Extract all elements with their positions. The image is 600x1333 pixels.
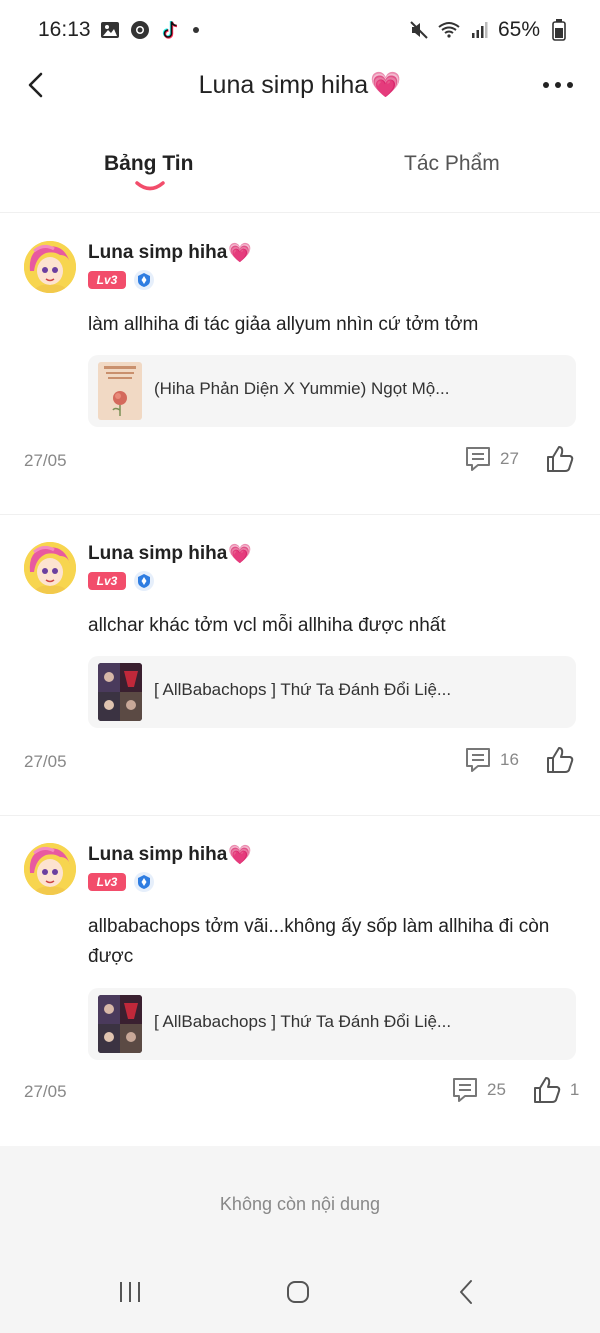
book-title: [ AllBabachops ] Thứ Ta Đánh Đổi Liệ... [154, 1012, 452, 1031]
badges: Lv3 [88, 872, 154, 892]
post-actions: 27 [464, 444, 575, 474]
clock: 16:13 [38, 18, 91, 41]
end-message: Không còn nội dung [219, 1194, 381, 1214]
comment-count: 25 [487, 1080, 506, 1099]
post-text: allchar khác tởm vcl mỗi allhiha được nh… [88, 615, 446, 636]
book-cover [98, 663, 142, 721]
post: Luna simp hiha 💗 Lv3 allchar khác tởm vc… [0, 515, 600, 815]
signal-icon [468, 19, 490, 41]
home-icon [287, 1281, 309, 1303]
recent-apps-button[interactable] [110, 1272, 150, 1312]
tab-bar: Bảng Tin Tác Phẩm [0, 140, 600, 200]
comment-icon [453, 1078, 477, 1102]
status-left: 16:13 [38, 18, 199, 42]
battery-icon [548, 19, 570, 41]
comment-button[interactable]: 27 [464, 445, 519, 473]
like-button[interactable] [545, 745, 575, 775]
author-name-text: Luna simp hiha [88, 543, 228, 564]
badges: Lv3 [88, 571, 154, 591]
heart-emoji: 💗 [370, 70, 402, 99]
chevron-left-icon [28, 72, 43, 98]
notification-dot [192, 27, 199, 33]
tiktok-icon [159, 19, 181, 41]
post-text: allbabachops tởm vãi...không ấy sốp làm … [88, 916, 550, 967]
thumbs-up-icon [546, 747, 574, 773]
thumbs-up-icon [546, 446, 574, 472]
comment-icon [466, 447, 490, 471]
system-nav-bar [0, 1272, 600, 1322]
heart-emoji: 💗 [228, 243, 253, 264]
status-bar: 16:13 65% [0, 0, 600, 60]
author-name-text: Luna simp hiha [88, 242, 228, 263]
verified-icon [134, 872, 154, 892]
recent-apps-icon [120, 1282, 140, 1302]
end-of-content: Không còn nội dung [0, 1146, 600, 1333]
author-name-text: Luna simp hiha [88, 844, 228, 865]
post-date: 27/05 [24, 752, 67, 771]
post-actions: 16 [464, 745, 575, 775]
heart-emoji: 💗 [228, 845, 253, 866]
like-button[interactable] [545, 444, 575, 474]
tab-works[interactable]: Tác Phẩm [404, 152, 500, 176]
comment-count: 16 [500, 750, 519, 769]
verified-icon [134, 571, 154, 591]
thumbs-up-icon [533, 1077, 561, 1103]
book-card[interactable]: [ AllBabachops ] Thứ Ta Đánh Đổi Liệ... [88, 988, 576, 1060]
level-badge: Lv3 [88, 873, 126, 891]
more-icon [543, 82, 573, 88]
battery-level: 65% [497, 18, 540, 41]
author-name[interactable]: Luna simp hiha 💗 [88, 241, 252, 265]
post-date: 27/05 [24, 1082, 67, 1101]
comment-icon [466, 748, 490, 772]
back-icon [460, 1280, 472, 1304]
book-title: [ AllBabachops ] Thứ Ta Đánh Đổi Liệ... [154, 680, 452, 699]
mute-icon [408, 19, 430, 41]
post: Luna simp hiha 💗 Lv3 allbabachops tởm vã… [0, 816, 600, 1146]
avatar[interactable] [24, 542, 76, 594]
comment-count: 27 [500, 449, 519, 468]
gallery-icon [99, 19, 121, 41]
back-button[interactable] [18, 68, 52, 102]
like-count: 1 [569, 1080, 580, 1099]
tab-feed[interactable]: Bảng Tin [104, 152, 193, 176]
level-badge: Lv3 [88, 271, 126, 289]
badges: Lv3 [88, 270, 154, 290]
divider [0, 212, 600, 213]
post-date: 27/05 [24, 451, 67, 470]
page-title-text: Luna simp hiha [198, 70, 369, 99]
book-cover [98, 362, 142, 420]
book-card[interactable]: [ AllBabachops ] Thứ Ta Đánh Đổi Liệ... [88, 656, 576, 728]
status-right: 65% [408, 18, 570, 42]
avatar[interactable] [24, 843, 76, 895]
level-badge: Lv3 [88, 572, 126, 590]
app-header: Luna simp hiha 💗 [0, 60, 600, 110]
heart-emoji: 💗 [228, 544, 253, 565]
post-actions: 25 1 [451, 1075, 579, 1105]
book-card[interactable]: (Hiha Phản Diện X Yummie) Ngọt Mộ... [88, 355, 576, 427]
author-name[interactable]: Luna simp hiha 💗 [88, 843, 252, 867]
comment-button[interactable]: 25 [451, 1076, 506, 1104]
page-title: Luna simp hiha 💗 [199, 71, 402, 100]
author-name[interactable]: Luna simp hiha 💗 [88, 542, 252, 566]
comment-button[interactable]: 16 [464, 746, 519, 774]
like-button[interactable]: 1 [532, 1075, 579, 1105]
book-title: (Hiha Phản Diện X Yummie) Ngọt Mộ... [154, 379, 450, 398]
post-text: làm allhiha đi tác giảa allyum nhìn cứ t… [88, 314, 479, 335]
system-back-button[interactable] [446, 1272, 486, 1312]
book-cover [98, 995, 142, 1053]
avatar[interactable] [24, 241, 76, 293]
wifi-icon [438, 19, 460, 41]
verified-icon [134, 270, 154, 290]
chrome-icon [129, 19, 151, 41]
tab-active-indicator [135, 181, 165, 191]
post: Luna simp hiha 💗 Lv3 làm allhiha đi tác … [0, 214, 600, 514]
more-options-button[interactable] [538, 68, 578, 102]
home-button[interactable] [278, 1272, 318, 1312]
